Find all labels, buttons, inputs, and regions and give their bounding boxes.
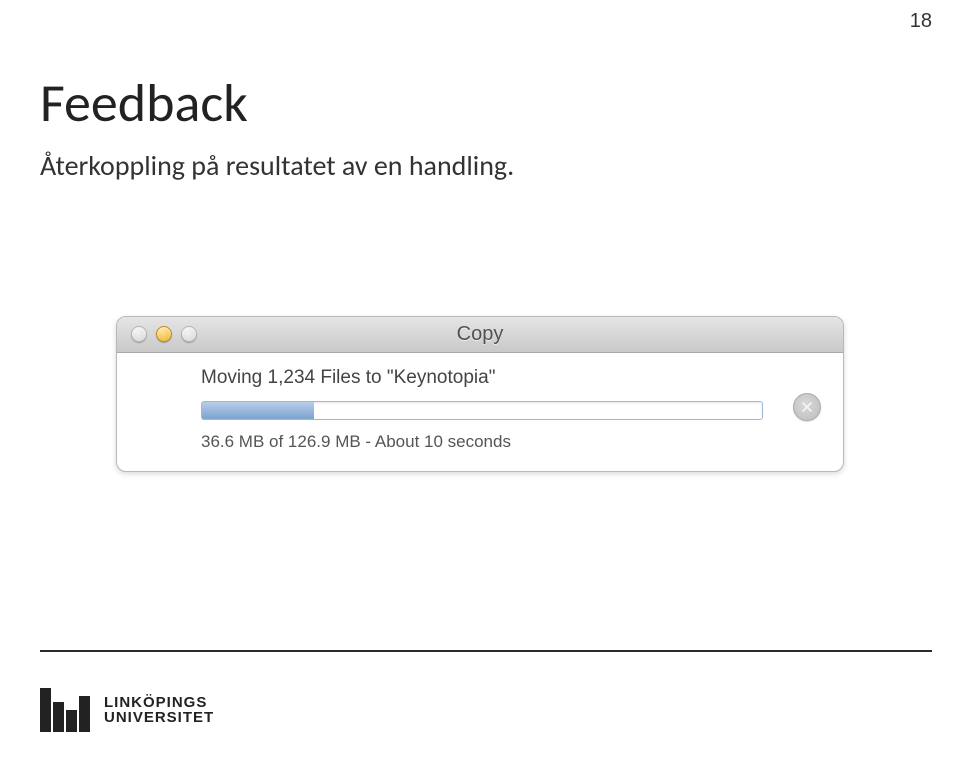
dialog-titlebar: Copy bbox=[117, 317, 843, 353]
liu-logo-text: LINKÖPINGS UNIVERSITET bbox=[104, 695, 214, 725]
window-minimize-button[interactable] bbox=[156, 326, 172, 342]
liu-logo-line2: UNIVERSITET bbox=[104, 710, 214, 725]
window-close-button[interactable] bbox=[131, 326, 147, 342]
liu-mark-icon bbox=[40, 688, 90, 732]
window-zoom-button[interactable] bbox=[181, 326, 197, 342]
moving-files-label: Moving 1,234 Files to "Keynotopia" bbox=[201, 367, 783, 389]
liu-logo: LINKÖPINGS UNIVERSITET bbox=[40, 688, 214, 732]
slide-heading: Feedback bbox=[40, 70, 248, 136]
page-number: 18 bbox=[910, 10, 932, 33]
footer-divider bbox=[40, 650, 932, 652]
liu-logo-line1: LINKÖPINGS bbox=[104, 695, 214, 710]
close-icon bbox=[801, 401, 813, 413]
dialog-title: Copy bbox=[117, 323, 843, 346]
cancel-button[interactable] bbox=[793, 393, 821, 421]
progress-fill bbox=[202, 402, 314, 419]
dialog-body: Moving 1,234 Files to "Keynotopia" 36.6 … bbox=[117, 353, 843, 452]
copy-dialog: Copy Moving 1,234 Files to "Keynotopia" … bbox=[116, 316, 844, 472]
progress-bar bbox=[201, 401, 763, 420]
progress-status-label: 36.6 MB of 126.9 MB - About 10 seconds bbox=[201, 432, 783, 452]
slide-subheading: Återkoppling på resultatet av en handlin… bbox=[40, 148, 514, 183]
window-traffic-lights bbox=[131, 326, 197, 342]
